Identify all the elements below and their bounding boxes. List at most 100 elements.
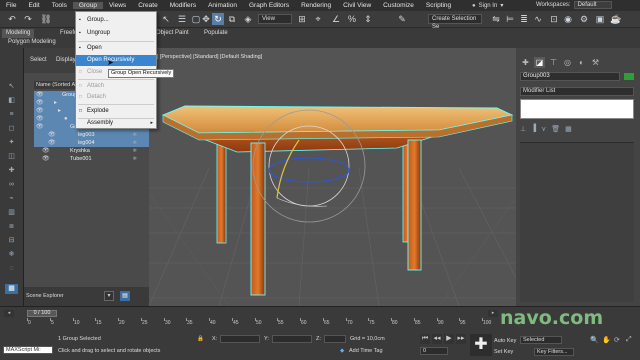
auto-key-button[interactable]: Auto Key	[494, 338, 516, 344]
menu-civil-view[interactable]: Civil View	[337, 2, 377, 9]
object-name-field[interactable]: Group003	[520, 72, 620, 81]
align-icon[interactable]: ⊨	[504, 13, 516, 25]
redo-icon[interactable]: ↷	[22, 13, 34, 25]
tab-modeling[interactable]: Modeling	[2, 29, 35, 38]
visibility-icon[interactable]: 👁	[36, 123, 44, 131]
time-tag-icon[interactable]: ◆	[340, 348, 344, 354]
utilities-tab-icon[interactable]: ⚒	[590, 57, 601, 68]
menu-item-open[interactable]: ▪ Open	[76, 43, 156, 54]
layer-icon[interactable]: ≣	[518, 13, 530, 25]
time-slider[interactable]: 0 / 100	[27, 310, 57, 317]
modify-tab-icon[interactable]: ◪	[534, 57, 545, 68]
modifier-list-dropdown[interactable]: Modifier List	[520, 87, 634, 96]
tree-row-tube001[interactable]: 👁 Tube001 ❄	[34, 155, 149, 163]
configure-sets-icon[interactable]: ▦	[565, 125, 572, 134]
visibility-icon[interactable]: 👁	[48, 131, 56, 139]
select-icon[interactable]: ↖	[160, 13, 172, 25]
menu-group[interactable]: Group	[72, 2, 103, 9]
angle-snap-icon[interactable]: ∠	[330, 13, 342, 25]
menu-item-explode[interactable]: □ Explode	[76, 106, 156, 117]
freeze-icon[interactable]: ❄	[133, 139, 137, 147]
reference-coord-dropdown[interactable]: View	[258, 14, 292, 24]
tree-row-kryshka[interactable]: 👁 Kryshka ❄	[34, 147, 149, 155]
hidden-icon[interactable]: ◌	[5, 264, 18, 274]
previous-frame-icon[interactable]: ◂◂	[432, 334, 442, 344]
display-tab-icon[interactable]: ◐	[576, 57, 587, 68]
y-coordinate-field[interactable]	[272, 335, 312, 343]
menu-item-attach[interactable]: □ Attach	[76, 81, 156, 92]
freeze-icon[interactable]: ❄	[133, 147, 137, 155]
spinner-snap-icon[interactable]: ⇕	[362, 13, 374, 25]
freeze-icon[interactable]: ❄	[133, 155, 137, 163]
freeze-icon[interactable]: ❄	[133, 131, 137, 139]
layer-explorer-icon[interactable]: ▾	[104, 291, 114, 301]
menu-item-assembly[interactable]: Assembly ▸	[76, 118, 156, 129]
schematic-icon[interactable]: ⊡	[548, 13, 560, 25]
selection-set-dropdown[interactable]: Create Selection Se	[428, 14, 482, 30]
menu-tools[interactable]: Tools	[46, 2, 73, 9]
move-icon[interactable]: ✥	[200, 13, 212, 25]
timeline-right-arrow-icon[interactable]: ▸	[488, 310, 498, 317]
place-icon[interactable]: ◈	[242, 13, 254, 25]
tab-object-paint[interactable]: Object Paint	[152, 29, 193, 38]
menu-graph-editors[interactable]: Graph Editors	[243, 2, 295, 9]
snap-icon[interactable]: ⌖	[312, 13, 324, 25]
modifier-stack[interactable]	[520, 99, 634, 119]
select-icon[interactable]: ↖	[5, 82, 18, 92]
percent-snap-icon[interactable]: %	[346, 13, 358, 25]
render-frame-icon[interactable]: ▣	[594, 13, 606, 25]
tree-row-leg004[interactable]: 👁 leg004 ❄	[34, 139, 149, 147]
key-mode-dropdown[interactable]: Selected	[520, 336, 562, 344]
menu-edit[interactable]: Edit	[22, 2, 45, 9]
z-coordinate-field[interactable]	[324, 335, 346, 343]
expand-icon[interactable]: ▸	[58, 107, 61, 115]
menu-modifiers[interactable]: Modifiers	[164, 2, 202, 9]
remove-modifier-icon[interactable]: 🗑	[551, 125, 560, 134]
display-icon[interactable]: ◧	[5, 96, 18, 106]
set-key-large-icon[interactable]: ✚	[470, 334, 492, 356]
table-leg-front-right[interactable]	[407, 139, 422, 271]
maxscript-listener[interactable]: MAXScript Mi:	[3, 346, 53, 354]
mirror-icon[interactable]: ⇋	[490, 13, 502, 25]
play-icon[interactable]: ▶	[444, 334, 454, 344]
timeline-ruler[interactable]: 0 5 10 15 20 25 30 35 40 45 50 55 60 65 70 75 80 85 90 95 10…	[27, 318, 497, 326]
sign-in-button[interactable]: ● Sign In ▾	[472, 1, 503, 10]
material-editor-icon[interactable]: ◉	[562, 13, 574, 25]
menu-item-group[interactable]: ▪ Group...	[76, 15, 156, 26]
pivot-icon[interactable]: ⊞	[296, 13, 308, 25]
visibility-icon[interactable]: 👁	[36, 115, 44, 123]
rotate-icon[interactable]: ↻	[212, 13, 224, 25]
edit-named-selections-icon[interactable]: ✎	[396, 13, 408, 25]
menu-customize[interactable]: Customize	[377, 2, 420, 9]
scene-explorer-label[interactable]: Scene Explorer	[26, 293, 64, 299]
ribbon-polygon-modeling[interactable]: Polygon Modeling	[4, 38, 60, 47]
menu-item-detach[interactable]: □ Detach	[76, 92, 156, 103]
menu-rendering[interactable]: Rendering	[295, 2, 337, 9]
spacewarp-icon[interactable]: ∞	[5, 180, 18, 190]
next-frame-icon[interactable]: ▸▸	[456, 334, 466, 344]
scene-explorer-toggle-icon[interactable]: ▦	[5, 284, 18, 294]
explorer-tab-display[interactable]: Display	[56, 57, 76, 63]
workspace-selector[interactable]: Workspaces: Default	[536, 1, 612, 9]
orbit-icon[interactable]: ⟳	[614, 336, 620, 344]
tab-populate[interactable]: Populate	[200, 29, 232, 38]
menu-item-open-recursively[interactable]: Open Recursively	[76, 55, 156, 66]
timeline-left-arrow-icon[interactable]: ◂	[4, 310, 14, 317]
pan-icon[interactable]: ✋	[602, 336, 611, 344]
make-unique-icon[interactable]: ⋎	[541, 125, 546, 134]
visibility-icon[interactable]: 👁	[48, 139, 56, 147]
menu-create[interactable]: Create	[132, 2, 164, 9]
expand-icon[interactable]: ▸	[54, 99, 57, 107]
visibility-icon[interactable]: 👁	[36, 91, 44, 99]
lock-selection-icon[interactable]: 🔒	[197, 336, 204, 342]
visibility-icon[interactable]: 👁	[36, 107, 44, 115]
perspective-viewport[interactable]: [+] [Perspective] [Standard] [Default Sh…	[149, 48, 516, 306]
set-key-button[interactable]: Set Key	[494, 349, 513, 355]
curve-editor-icon[interactable]: ∿	[532, 13, 544, 25]
render-setup-icon[interactable]: ⚙	[578, 13, 590, 25]
light-icon[interactable]: ✦	[5, 138, 18, 148]
key-filters-button[interactable]: Key Filters...	[534, 348, 574, 356]
object-icon[interactable]: ◻	[5, 124, 18, 134]
xref-icon[interactable]: ⧈	[5, 222, 18, 232]
select-by-name-icon[interactable]: ☰	[176, 13, 188, 25]
